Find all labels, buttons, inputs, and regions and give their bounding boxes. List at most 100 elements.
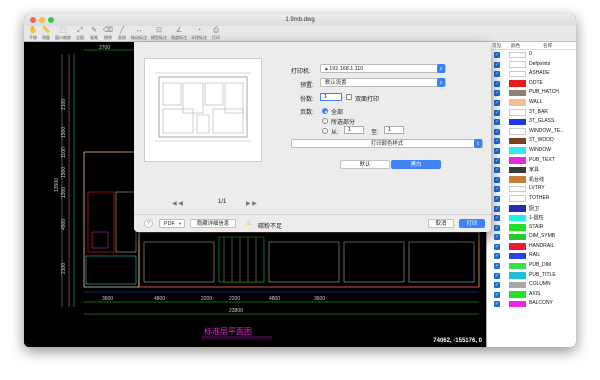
layer-row[interactable]: ✓ RAIL (487, 251, 576, 261)
layer-row[interactable]: ✓ HANDRAIL (487, 242, 576, 252)
layer-color-swatch[interactable] (509, 214, 526, 222)
layer-visible-checkbox[interactable]: ✓ (494, 128, 500, 135)
layer-visible-checkbox[interactable]: ✓ (494, 243, 500, 250)
layer-visible-checkbox[interactable]: ✓ (494, 167, 500, 174)
duplex-checkbox[interactable] (346, 94, 352, 100)
close-window-button[interactable] (30, 17, 36, 23)
layer-visible-checkbox[interactable]: ✓ (494, 176, 500, 183)
pdf-menu-button[interactable]: PDF ▼ (159, 219, 185, 228)
layer-row[interactable]: ✓ 1-圆柱 (487, 213, 576, 223)
layer-row[interactable]: ✓ AXIS (487, 290, 576, 300)
layer-visible-checkbox[interactable]: ✓ (494, 138, 500, 145)
layer-visible-checkbox[interactable]: ✓ (494, 205, 500, 212)
layer-color-swatch[interactable] (509, 195, 526, 202)
tool-drag-dim[interactable]: ↔ 拖动标注 (130, 27, 148, 42)
layer-row[interactable]: ✓ WINDOW (487, 146, 576, 156)
layer-color-swatch[interactable] (509, 61, 526, 68)
layer-color-swatch[interactable] (509, 233, 526, 241)
layer-visible-checkbox[interactable]: ✓ (494, 291, 500, 298)
layer-visible-checkbox[interactable]: ✓ (494, 263, 500, 270)
tool-erase[interactable]: ⌫ 擦除 (102, 27, 114, 42)
layer-visible-checkbox[interactable]: ✓ (494, 224, 500, 231)
layer-visible-checkbox[interactable]: ✓ (494, 301, 500, 308)
tool-model-dim[interactable]: ⊡ 模型标注 (150, 27, 168, 42)
layer-visible-checkbox[interactable]: ✓ (494, 71, 500, 78)
pages-all-radio[interactable] (322, 108, 328, 114)
layer-visible-checkbox[interactable]: ✓ (494, 52, 500, 58)
layer-row[interactable]: ✓ PUB_HATCH (487, 88, 576, 98)
layer-row[interactable]: ✓ PUB_DIM (487, 261, 576, 271)
layer-color-swatch[interactable] (509, 128, 526, 135)
layer-color-swatch[interactable] (509, 166, 526, 174)
from-input[interactable]: 1 (344, 126, 364, 134)
layer-color-swatch[interactable] (509, 137, 526, 145)
default-color-button[interactable]: 默认 (340, 160, 390, 169)
tool-pen[interactable]: ✎ 画笔 (88, 27, 100, 42)
layer-row[interactable]: ✓ TOTHER (487, 194, 576, 204)
layer-row[interactable]: ✓ PUB_TEXT (487, 156, 576, 166)
layer-color-swatch[interactable] (509, 147, 526, 154)
layer-row[interactable]: ✓ DOTE (487, 79, 576, 89)
cancel-button[interactable]: 取消 (428, 219, 454, 228)
tool-line[interactable]: ╱ 直线 (116, 27, 128, 42)
to-input[interactable]: 1 (384, 126, 404, 134)
layer-row[interactable]: ✓ 0 (487, 50, 576, 60)
layer-visible-checkbox[interactable]: ✓ (494, 80, 500, 87)
pages-range-radio[interactable] (322, 128, 328, 134)
layer-color-swatch[interactable] (509, 89, 526, 97)
layer-color-swatch[interactable] (509, 281, 526, 289)
layer-color-swatch[interactable] (509, 272, 526, 279)
layer-row[interactable]: ✓ WINDOW_TE... (487, 127, 576, 137)
layer-visible-checkbox[interactable]: ✓ (494, 157, 500, 164)
layer-visible-checkbox[interactable]: ✓ (494, 90, 500, 97)
layer-visible-checkbox[interactable]: ✓ (494, 99, 500, 106)
tool-measure[interactable]: 📏 测量 (40, 27, 52, 42)
layer-row[interactable]: ✓ COLUMN (487, 280, 576, 290)
layer-color-swatch[interactable] (509, 70, 526, 78)
layer-color-swatch[interactable] (509, 262, 526, 270)
layer-color-swatch[interactable] (509, 99, 526, 106)
layer-row[interactable]: ✓ 3T_WOOD (487, 136, 576, 146)
layer-visible-checkbox[interactable]: ✓ (494, 272, 500, 279)
layer-row[interactable]: ✓ 家具 (487, 165, 576, 175)
copies-input[interactable]: 1 (320, 93, 342, 101)
printer-select[interactable]: ▴ 192.168.1.110 ⇕ (320, 64, 446, 73)
layer-visible-checkbox[interactable]: ✓ (494, 61, 500, 68)
print-button[interactable]: 打印 (459, 219, 485, 228)
layer-color-swatch[interactable] (509, 205, 526, 212)
layer-row[interactable]: ✓ ASHADE (487, 69, 576, 79)
color-style-select[interactable]: 打印颜色样式 ⇕ (291, 139, 483, 148)
layer-visible-checkbox[interactable]: ✓ (494, 109, 500, 116)
layer-row[interactable]: ✓ LVTRY (487, 184, 576, 194)
layer-row[interactable]: ✓ 机台线 (487, 175, 576, 185)
layer-visible-checkbox[interactable]: ✓ (494, 215, 500, 222)
page-nav-left[interactable]: ◀ ◀ (172, 200, 183, 207)
tool-print[interactable]: ⎙ 打印 (210, 27, 222, 42)
layer-visible-checkbox[interactable]: ✓ (494, 234, 500, 241)
layer-row[interactable]: ✓ 3T_BAR (487, 108, 576, 118)
layer-color-swatch[interactable] (509, 243, 526, 250)
tool-radius-dim[interactable]: ◔ 半径标注 (190, 27, 208, 42)
layer-color-swatch[interactable] (509, 300, 526, 308)
layer-color-swatch[interactable] (509, 252, 526, 260)
layer-visible-checkbox[interactable]: ✓ (494, 186, 500, 193)
preset-select[interactable]: 默认设置 ⇕ (320, 78, 446, 87)
layer-color-swatch[interactable] (509, 118, 526, 126)
tool-pan[interactable]: ✋ 平移 (27, 27, 39, 42)
layer-color-swatch[interactable] (509, 51, 526, 58)
black-white-button[interactable]: 黑白 (391, 160, 441, 169)
layer-color-swatch[interactable] (509, 80, 526, 87)
layer-row[interactable]: ✓ 3T_GLASS (487, 117, 576, 127)
layer-color-swatch[interactable] (509, 157, 526, 164)
layer-color-swatch[interactable] (509, 176, 526, 183)
layer-color-swatch[interactable] (509, 291, 526, 298)
layer-color-swatch[interactable] (509, 224, 526, 231)
layer-row[interactable]: ✓ DIM_SYMB (487, 232, 576, 242)
layer-row[interactable]: ✓ WALL (487, 98, 576, 108)
layer-visible-checkbox[interactable]: ✓ (494, 119, 500, 126)
layer-row[interactable]: ✓ STAIR (487, 223, 576, 233)
zoom-window-button[interactable] (48, 17, 54, 23)
layer-color-swatch[interactable] (509, 185, 526, 193)
hide-details-button[interactable]: 隐藏详细信息 (190, 219, 236, 228)
page-nav-right[interactable]: ▶ ▶ (246, 200, 257, 207)
